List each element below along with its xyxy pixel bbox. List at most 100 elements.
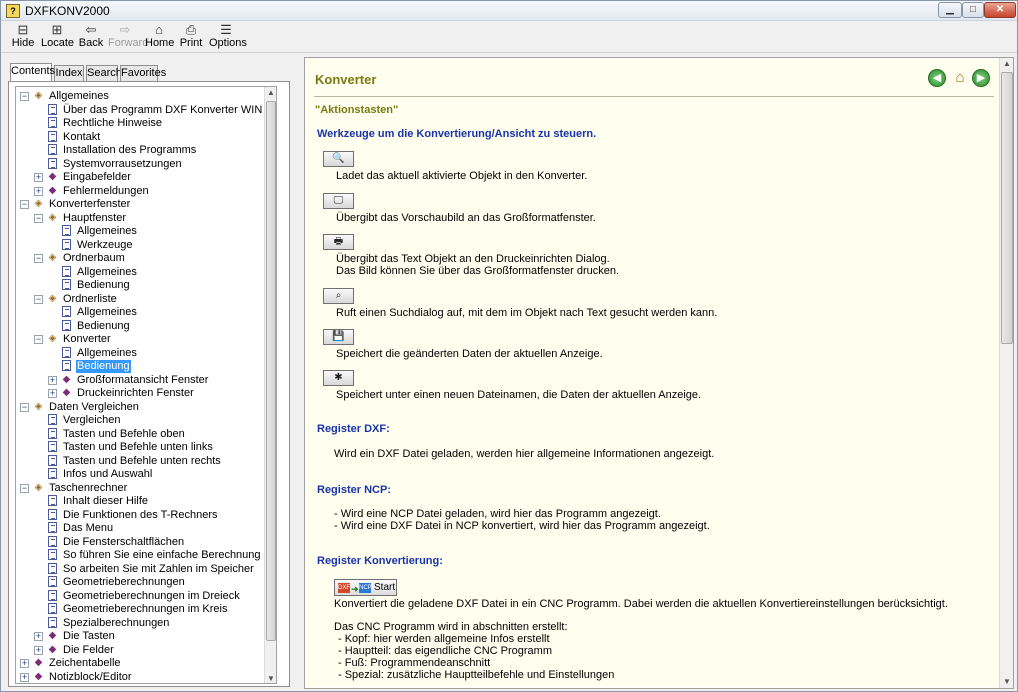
page-icon <box>48 130 57 142</box>
scroll-down-icon[interactable]: ▼ <box>1000 676 1014 688</box>
tree-item[interactable]: − ◈ Daten Vergleichen <box>16 401 264 414</box>
app-icon: ? <box>6 4 20 18</box>
tree-item[interactable]: − ◈ Taschenrechner <box>16 482 264 495</box>
tree-item[interactable]: Die Fensterschaltflächen <box>16 535 264 549</box>
tree-item[interactable]: Inhalt dieser Hilfe <box>16 495 264 508</box>
collapse-icon[interactable]: − <box>20 402 29 412</box>
tab-contents[interactable]: Contents <box>10 63 55 81</box>
tree-item[interactable]: − ◈ Hauptfenster <box>16 212 264 225</box>
minimize-button[interactable]: ▁ <box>938 2 962 18</box>
collapse-icon[interactable]: − <box>34 335 43 344</box>
maximize-button[interactable]: □ <box>962 2 984 18</box>
tree-item[interactable]: Allgemeines <box>16 306 264 319</box>
scroll-up-icon[interactable]: ▲ <box>265 87 276 99</box>
title-bar[interactable]: ? DXFKONV2000 ▁ □ ✕ <box>1 1 1017 21</box>
contents-tree[interactable]: − ◈ Allgemeines Über das Programm DXF Konve… <box>15 86 277 684</box>
ncp-heading: Register NCP: <box>317 484 391 496</box>
options-icon: ☰ <box>220 22 232 37</box>
collapse-icon[interactable]: − <box>20 483 29 493</box>
prev-topic-icon[interactable]: ◀ <box>928 69 946 87</box>
home-button[interactable]: ⌂ Home <box>145 23 174 53</box>
tree-item[interactable]: Tasten und Befehle unten rechts <box>16 454 264 468</box>
tree-item[interactable]: Geometrieberechnungen <box>16 576 264 589</box>
home-topic-icon[interactable]: ⌂ <box>950 69 970 87</box>
tab-search[interactable]: Search <box>86 65 122 81</box>
tree-item[interactable]: So führen Sie eine einfache Berechnung d… <box>16 549 276 562</box>
print-button[interactable]: ⎙ Print <box>179 23 203 53</box>
tree-item[interactable]: − ◈ Ordnerliste <box>16 293 264 306</box>
tree-item-label: Tasten und Befehle unten rechts <box>63 454 221 467</box>
tree-scroll-thumb[interactable] <box>266 101 276 641</box>
expand-icon[interactable]: + <box>48 389 57 398</box>
tree-item[interactable]: Werkzeuge <box>16 238 264 252</box>
collapse-icon[interactable]: − <box>34 213 43 223</box>
tree-item[interactable]: Geometrieberechnungen im Dreieck <box>16 589 264 603</box>
tree-item[interactable]: Bedienung <box>16 319 264 333</box>
tree-item[interactable]: Tasten und Befehle oben <box>16 427 264 441</box>
tree-scrollbar[interactable]: ▲ ▼ <box>264 87 276 683</box>
options-button[interactable]: ☰ Options <box>209 22 247 53</box>
tree-item[interactable]: + ◆ Zeichentabelle <box>16 657 264 670</box>
save-icon: 💾 <box>332 331 345 342</box>
locate-button[interactable]: ⊞ Locate <box>41 23 75 53</box>
tree-item[interactable]: Bedienung <box>16 360 264 373</box>
tree-item[interactable]: − ◈ Allgemeines <box>16 90 264 103</box>
page-icon <box>62 279 71 290</box>
tree-item[interactable]: + ◆ Druckeinrichten Fenster <box>16 387 264 400</box>
collapse-icon[interactable]: − <box>34 294 43 304</box>
close-button[interactable]: ✕ <box>984 2 1016 18</box>
expand-icon[interactable]: + <box>20 659 29 668</box>
tree-item[interactable]: Spezialberechnungen <box>16 616 264 630</box>
tree-item[interactable]: Infos und Auswahl <box>16 468 264 481</box>
tree-item[interactable]: + ◆ Die Felder <box>16 644 264 657</box>
book-open-icon: ◈ <box>48 333 57 344</box>
navigation-pane: Contents Index Search Favorites − ◈ Allgem… <box>6 59 296 689</box>
tree-item[interactable]: Rechtliche Hinweise <box>16 117 264 130</box>
tree-item[interactable]: Tasten und Befehle unten links <box>16 441 264 454</box>
tree-item[interactable]: + ◆ Notizblock/Editor <box>16 671 264 684</box>
tree-item[interactable]: Allgemeines <box>16 346 264 360</box>
tab-index[interactable]: Index <box>54 65 84 81</box>
tree-item[interactable]: Kontakt <box>16 130 264 144</box>
scroll-up-icon[interactable]: ▲ <box>1000 58 1014 70</box>
tree-item[interactable]: + ◆ Die Tasten <box>16 630 264 643</box>
expand-icon[interactable]: + <box>34 173 43 182</box>
tree-item[interactable]: Bedienung <box>16 279 264 292</box>
topic-scroll-thumb[interactable] <box>1001 72 1013 344</box>
tree-item[interactable]: + ◆ Eingabefelder <box>16 171 264 184</box>
collapse-icon[interactable]: − <box>34 254 43 263</box>
topic-scrollbar[interactable]: ▲ ▼ <box>999 58 1013 688</box>
tree-item[interactable]: + ◆ Fehlermeldungen <box>16 185 264 198</box>
expand-icon[interactable]: + <box>20 672 29 682</box>
tree-item[interactable]: Installation des Programms <box>16 144 264 157</box>
expand-icon[interactable]: + <box>34 645 43 655</box>
tree-item[interactable]: Geometrieberechnungen im Kreis <box>16 603 264 616</box>
tree-item[interactable]: Allgemeines <box>16 265 264 279</box>
forward-button[interactable]: ⇨ Forward <box>108 23 148 53</box>
scroll-down-icon[interactable]: ▼ <box>265 673 276 683</box>
tree-item[interactable]: Das Menu <box>16 522 264 535</box>
collapse-icon[interactable]: − <box>20 200 29 209</box>
hide-button[interactable]: ⊟ Hide <box>9 23 37 53</box>
page-icon <box>62 319 71 331</box>
collapse-icon[interactable]: − <box>20 92 29 101</box>
expand-icon[interactable]: + <box>34 632 43 641</box>
tree-item[interactable]: − ◈ Konverter <box>16 333 264 346</box>
tree-item[interactable]: Vergleichen <box>16 414 264 427</box>
tab-favorites[interactable]: Favorites <box>120 65 166 81</box>
page-icon <box>48 562 57 574</box>
expand-icon[interactable]: + <box>48 375 57 385</box>
tree-item[interactable]: Systemvorrausetzungen <box>16 157 264 171</box>
expand-icon[interactable]: + <box>34 186 43 196</box>
tree-item[interactable]: Über das Programm DXF Konverter WIN 2000 <box>16 103 276 117</box>
tree-item[interactable]: Die Funktionen des T-Rechners <box>16 508 264 522</box>
locate-label: Locate <box>41 37 75 49</box>
next-topic-icon[interactable]: ▶ <box>972 69 990 87</box>
tree-item[interactable]: − ◈ Konverterfenster <box>16 198 264 211</box>
back-button[interactable]: ⇦ Back <box>78 23 104 53</box>
book-open-icon: ◈ <box>48 252 57 263</box>
tree-item[interactable]: − ◈ Ordnerbaum <box>16 252 264 265</box>
tree-item[interactable]: + ◆ Großformatansicht Fenster <box>16 374 264 387</box>
tree-item[interactable]: So arbeiten Sie mit Zahlen im Speicher <box>16 562 264 576</box>
tree-item[interactable]: Allgemeines <box>16 225 264 238</box>
